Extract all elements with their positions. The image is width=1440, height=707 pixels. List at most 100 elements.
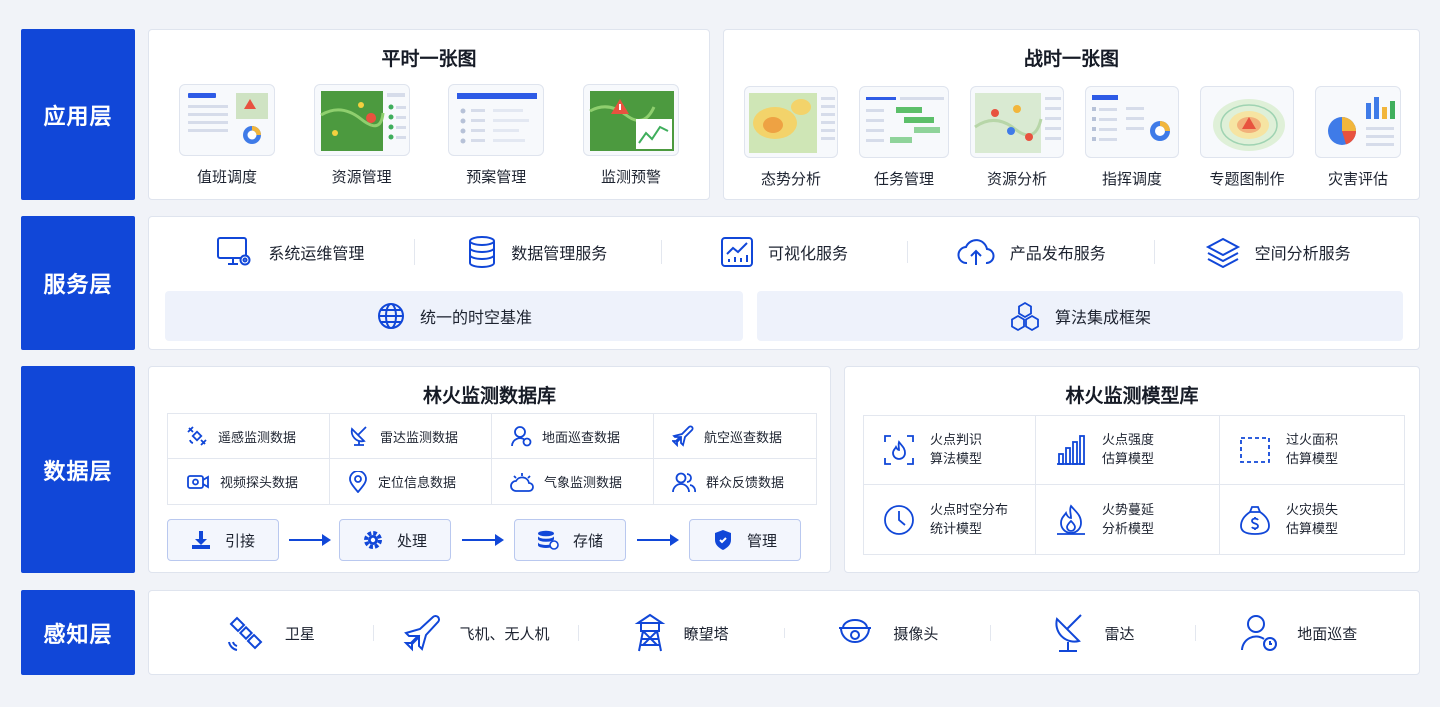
flow-arrow (462, 534, 504, 546)
service-label: 系统运维管理 (268, 244, 365, 263)
plane-icon (402, 613, 442, 653)
db-item-label: 地面巡查数据 (542, 430, 621, 446)
sensing-ground[interactable]: 地面巡查 (1195, 613, 1401, 653)
dashed-area-icon (1238, 433, 1272, 467)
download-icon (191, 530, 211, 550)
service-base-label: 统一的时空基准 (419, 308, 532, 327)
app-item-command[interactable]: 指挥调度 (1085, 86, 1179, 189)
app-item-duty[interactable]: 值班调度 (179, 84, 275, 187)
war-thumbs: 态势分析 任务管理 资源分析 指挥调度 专题图制作 灾害评估 (744, 86, 1401, 189)
app-item-label: 资源分析 (986, 170, 1047, 188)
app-item-situation[interactable]: 态势分析 (744, 86, 838, 189)
sensing-label: 飞机、无人机 (459, 624, 550, 643)
flow-step-manage[interactable]: 管理 (689, 519, 801, 561)
service-data-mgmt[interactable]: 数据管理服务 (413, 235, 661, 269)
model-line2: 估算模型 (1286, 521, 1339, 537)
app-item-label: 预案管理 (466, 168, 527, 186)
db-item-ground[interactable]: 地面巡查数据 (492, 414, 654, 459)
db-panel: 林火监测数据库 遥感监测数据 雷达监测数据 地面巡查数据 航空巡查数据 视频探头… (148, 366, 831, 573)
db-grid: 遥感监测数据 雷达监测数据 地面巡查数据 航空巡查数据 视频探头数据 定位信息数… (167, 413, 817, 505)
app-item-resource[interactable]: 资源管理 (313, 84, 410, 187)
db-item-label: 遥感监测数据 (218, 430, 297, 446)
db-item-label: 气象监测数据 (544, 476, 623, 491)
service-base[interactable]: 统一的时空基准 (165, 291, 743, 341)
sensing-satellite[interactable]: 卫星 (167, 612, 373, 654)
database-icon (467, 235, 497, 269)
fire-scan-icon (882, 433, 916, 467)
layer-label-data: 数据层 (21, 366, 135, 573)
app-item-disaster-eval[interactable]: 灾害评估 (1315, 86, 1401, 189)
sensing-aircraft[interactable]: 飞机、无人机 (372, 613, 579, 653)
dashboard-thumbnail (179, 84, 275, 156)
radar-icon (1051, 613, 1087, 653)
tower-icon (634, 613, 666, 653)
flame-icon (1054, 503, 1088, 537)
sensing-tower[interactable]: 瞭望塔 (578, 613, 784, 653)
db-item-aviation[interactable]: 航空巡查数据 (654, 414, 816, 459)
monitor-gear-icon (216, 235, 254, 269)
service-framework-label: 算法集成框架 (1054, 308, 1151, 327)
db-item-weather[interactable]: 气象监测数据 (492, 459, 654, 504)
heatmap-thumbnail (744, 86, 838, 158)
service-visualization[interactable]: 可视化服务 (660, 236, 908, 268)
model-fire-spread[interactable]: 火势蔓延 分析模型 (1036, 485, 1220, 554)
app-item-task[interactable]: 任务管理 (859, 86, 949, 189)
map-pins-thumbnail (970, 86, 1064, 158)
model-line2: 统计模型 (930, 521, 983, 537)
camera-icon (835, 616, 875, 650)
db-item-remote-sensing[interactable]: 遥感监测数据 (168, 414, 330, 459)
service-spatial[interactable]: 空间分析服务 (1154, 236, 1401, 268)
db-item-label: 群众反馈数据 (706, 476, 785, 491)
model-panel: 林火监测模型库 火点判识 算法模型 火点强度 估算模型 过火面积 估算模型 火点时空分… (844, 366, 1420, 573)
model-line2: 估算模型 (1286, 452, 1339, 467)
db-item-public[interactable]: 群众反馈数据 (654, 459, 816, 504)
gantt-thumbnail (859, 86, 949, 158)
model-line1: 火点强度 (1102, 433, 1155, 448)
app-item-label: 专题图制作 (1209, 170, 1285, 188)
model-burned-area[interactable]: 过火面积 估算模型 (1220, 416, 1404, 485)
service-publish[interactable]: 产品发布服务 (907, 237, 1154, 267)
model-fire-intensity[interactable]: 火点强度 估算模型 (1036, 416, 1220, 485)
flow-step-storage[interactable]: 存储 (514, 519, 626, 561)
app-item-thematic-map[interactable]: 专题图制作 (1200, 86, 1294, 189)
app-item-resource-analysis[interactable]: 资源分析 (970, 86, 1064, 189)
flow-step-process[interactable]: 处理 (339, 519, 451, 561)
app-item-label: 资源管理 (331, 168, 392, 186)
sensing-camera[interactable]: 摄像头 (784, 616, 990, 650)
war-panel: 战时一张图 态势分析 任务管理 资源分析 指挥调度 专题图制作 灾害评估 (723, 29, 1420, 200)
flow-label: 引接 (224, 531, 255, 550)
person-icon (510, 425, 532, 447)
service-ops[interactable]: 系统运维管理 (167, 235, 414, 269)
globe-icon (376, 301, 406, 331)
db-item-location[interactable]: 定位信息数据 (330, 459, 492, 504)
service-label: 空间分析服务 (1254, 244, 1351, 263)
app-item-label: 监测预警 (600, 168, 661, 186)
sensing-radar[interactable]: 雷达 (989, 613, 1196, 653)
plane-icon (672, 425, 694, 447)
sensing-label: 卫星 (284, 624, 315, 643)
app-item-label: 灾害评估 (1327, 170, 1388, 188)
model-line1: 火点判识 (930, 433, 983, 448)
app-item-plan[interactable]: 预案管理 (448, 84, 545, 187)
storage-icon (537, 530, 559, 550)
db-item-radar[interactable]: 雷达监测数据 (330, 414, 492, 459)
flow-step-ingest[interactable]: 引接 (167, 519, 279, 561)
model-line1: 火点时空分布 (930, 502, 1009, 518)
video-icon (186, 472, 210, 492)
service-framework[interactable]: 算法集成框架 (757, 291, 1403, 341)
sensing-label: 摄像头 (893, 624, 939, 643)
layer-label-app: 应用层 (21, 29, 135, 200)
app-item-warning[interactable]: 监测预警 (582, 84, 679, 187)
db-item-video[interactable]: 视频探头数据 (168, 459, 330, 504)
model-line2: 算法模型 (930, 452, 983, 467)
model-spatiotemporal[interactable]: 火点时空分布 统计模型 (864, 485, 1036, 554)
model-fire-detect[interactable]: 火点判识 算法模型 (864, 416, 1036, 485)
flow-arrow (289, 534, 331, 546)
war-title: 战时一张图 (1023, 48, 1119, 70)
sensing-label: 雷达 (1104, 624, 1135, 643)
model-line1: 过火面积 (1286, 433, 1339, 448)
radar-icon (348, 425, 370, 447)
satellite-icon (186, 425, 208, 447)
model-fire-loss[interactable]: 火灾损失 估算模型 (1220, 485, 1404, 554)
model-line2: 分析模型 (1102, 521, 1155, 537)
